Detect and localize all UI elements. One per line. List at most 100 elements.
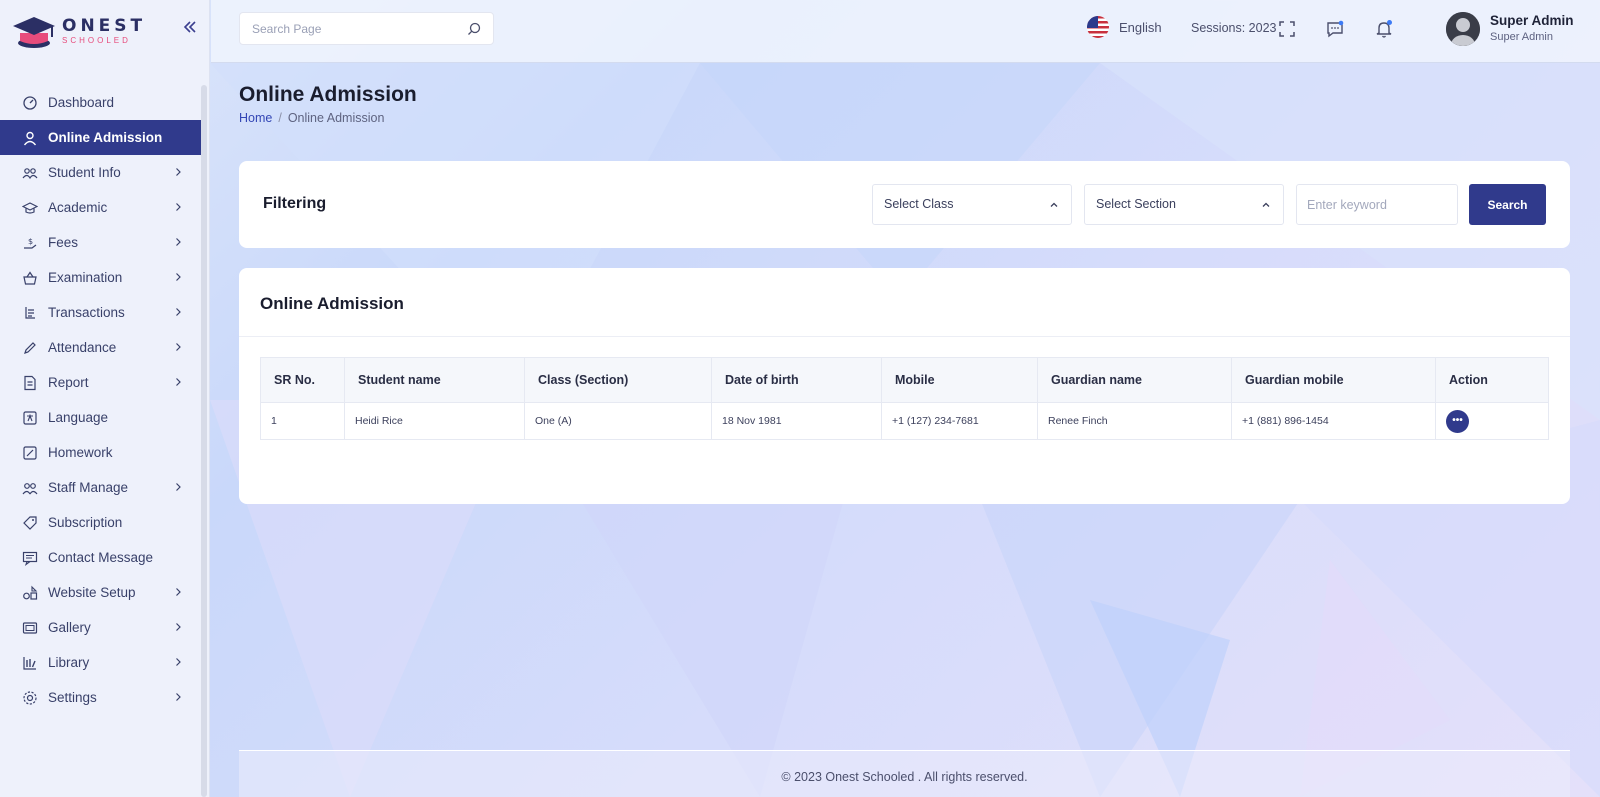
class-select-value: Select Class xyxy=(884,197,954,211)
sidebar-scrollbar[interactable] xyxy=(201,85,207,797)
sidebar-item-library[interactable]: Library xyxy=(0,645,202,680)
sidebar-item-contact-message[interactable]: Contact Message xyxy=(0,540,202,575)
sidebar-menu: Dashboard Online Admission Student Info Aca… xyxy=(0,85,202,715)
copyright-text: © 2023 Onest Schooled . All rights reser… xyxy=(781,770,1028,784)
sidebar-item-academic[interactable]: Academic xyxy=(0,190,202,225)
column-header-student-name: Student name xyxy=(344,357,525,403)
sidebar-item-label: Contact Message xyxy=(48,550,154,565)
search-icon[interactable] xyxy=(467,22,481,36)
column-header-dob: Date of birth xyxy=(711,357,882,403)
cell-action: ••• xyxy=(1435,402,1549,440)
table-header-row: SR No. Student name Class (Section) Date… xyxy=(260,357,1549,403)
sidebar-item-label: Transactions xyxy=(48,305,125,320)
sidebar-item-examination[interactable]: Examination xyxy=(0,260,202,295)
class-select[interactable]: Select Class xyxy=(872,184,1072,225)
sessions-label[interactable]: Sessions: 2023 xyxy=(1191,21,1276,35)
chevron-right-icon xyxy=(176,658,181,666)
sidebar-item-fees[interactable]: $ Fees xyxy=(0,225,202,260)
sidebar-item-label: Homework xyxy=(48,445,113,460)
settings-icon xyxy=(23,690,37,705)
section-select-value: Select Section xyxy=(1096,197,1176,211)
transactions-icon xyxy=(25,306,35,319)
chat-icon[interactable] xyxy=(1325,19,1345,39)
chevron-right-icon xyxy=(176,308,181,316)
sidebar-item-settings[interactable]: Settings xyxy=(0,680,202,715)
column-header-sr: SR No. xyxy=(260,357,345,403)
sidebar-item-student-info[interactable]: Student Info xyxy=(0,155,202,190)
sidebar-item-label: Language xyxy=(48,410,109,425)
table-title: Online Admission xyxy=(260,294,404,313)
sidebar-item-dashboard[interactable]: Dashboard xyxy=(0,85,202,120)
sidebar-item-website-setup[interactable]: Website Setup xyxy=(0,575,202,610)
app-logo[interactable]: ONEST SCHOOLED xyxy=(12,12,146,50)
section-select[interactable]: Select Section xyxy=(1084,184,1284,225)
user-role: Super Admin xyxy=(1490,31,1553,43)
chevron-right-icon xyxy=(176,483,181,491)
chevron-right-icon xyxy=(176,203,181,211)
sidebar-item-homework[interactable]: Homework xyxy=(0,435,202,470)
sidebar-item-language[interactable]: Language xyxy=(0,400,202,435)
column-header-mobile: Mobile xyxy=(881,357,1038,403)
sidebar-item-label: Website Setup xyxy=(48,585,136,600)
sidebar-item-online-admission[interactable]: Online Admission xyxy=(0,120,202,155)
language-label: English xyxy=(1119,19,1162,35)
admission-table-card: Online Admission SR No. Student name Cla… xyxy=(239,268,1570,504)
sidebar-item-label: Settings xyxy=(48,690,97,705)
chevron-right-icon xyxy=(176,238,181,246)
library-icon xyxy=(23,656,36,670)
user-profile[interactable]: Super Admin Super Admin xyxy=(1446,12,1574,46)
homework-icon xyxy=(23,445,37,460)
notification-bell-icon[interactable] xyxy=(1374,19,1394,39)
admission-table: SR No. Student name Class (Section) Date… xyxy=(260,357,1549,440)
fullscreen-icon[interactable] xyxy=(1277,19,1297,39)
language-selector[interactable]: English xyxy=(1087,16,1162,38)
cell-class-section: One (A) xyxy=(524,402,712,440)
staff-icon xyxy=(22,482,38,494)
breadcrumb-current: Online Admission xyxy=(287,111,385,125)
divider xyxy=(239,336,1570,337)
page-title: Online Admission xyxy=(239,83,417,106)
graduation-cap-logo-icon xyxy=(13,17,55,48)
website-icon xyxy=(23,585,38,600)
sidebar-item-subscription[interactable]: Subscription xyxy=(0,505,202,540)
breadcrumb-separator: / xyxy=(278,111,282,125)
chevron-right-icon xyxy=(176,588,181,596)
dashboard-icon xyxy=(23,95,37,110)
sidebar: ONEST SCHOOLED Dashboard Online Admission… xyxy=(0,0,210,797)
breadcrumb-home-link[interactable]: Home xyxy=(239,111,272,125)
sidebar-item-label: Dashboard xyxy=(48,95,115,110)
cell-sr: 1 xyxy=(260,402,345,440)
cell-guardian-name: Renee Finch xyxy=(1037,402,1232,440)
row-actions-button[interactable]: ••• xyxy=(1446,409,1469,433)
language-icon xyxy=(23,410,37,425)
sidebar-item-gallery[interactable]: Gallery xyxy=(0,610,202,645)
graduation-cap-icon xyxy=(22,201,38,214)
us-flag-icon xyxy=(1087,16,1109,38)
sidebar-item-report[interactable]: Report xyxy=(0,365,202,400)
chevron-right-icon xyxy=(176,343,181,351)
cell-guardian-mobile: +1 (881) 896-1454 xyxy=(1231,402,1436,440)
sidebar-item-label: Attendance xyxy=(48,340,117,355)
sidebar-item-attendance[interactable]: Attendance xyxy=(0,330,202,365)
cell-dob: 18 Nov 1981 xyxy=(711,402,882,440)
collapse-sidebar-icon[interactable] xyxy=(180,18,200,38)
report-icon xyxy=(24,375,36,390)
sidebar-item-label: Staff Manage xyxy=(48,480,129,495)
sidebar-item-label: Student Info xyxy=(48,165,121,180)
column-header-action: Action xyxy=(1435,357,1549,403)
filter-title: Filtering xyxy=(263,195,327,212)
message-icon xyxy=(22,551,38,566)
keyword-input[interactable] xyxy=(1297,185,1447,224)
logo-subtitle: SCHOOLED xyxy=(62,35,131,45)
search-page-input[interactable] xyxy=(240,13,450,44)
avatar xyxy=(1446,12,1480,46)
column-header-guardian-name: Guardian name xyxy=(1037,357,1232,403)
chevron-right-icon xyxy=(176,168,181,176)
sidebar-item-staff-manage[interactable]: Staff Manage xyxy=(0,470,202,505)
exam-basket-icon xyxy=(23,270,37,285)
search-button[interactable]: Search xyxy=(1469,184,1546,225)
cell-student-name: Heidi Rice xyxy=(344,402,525,440)
svg-text:$: $ xyxy=(28,237,33,246)
sidebar-item-transactions[interactable]: Transactions xyxy=(0,295,202,330)
user-name: Super Admin xyxy=(1490,13,1574,28)
